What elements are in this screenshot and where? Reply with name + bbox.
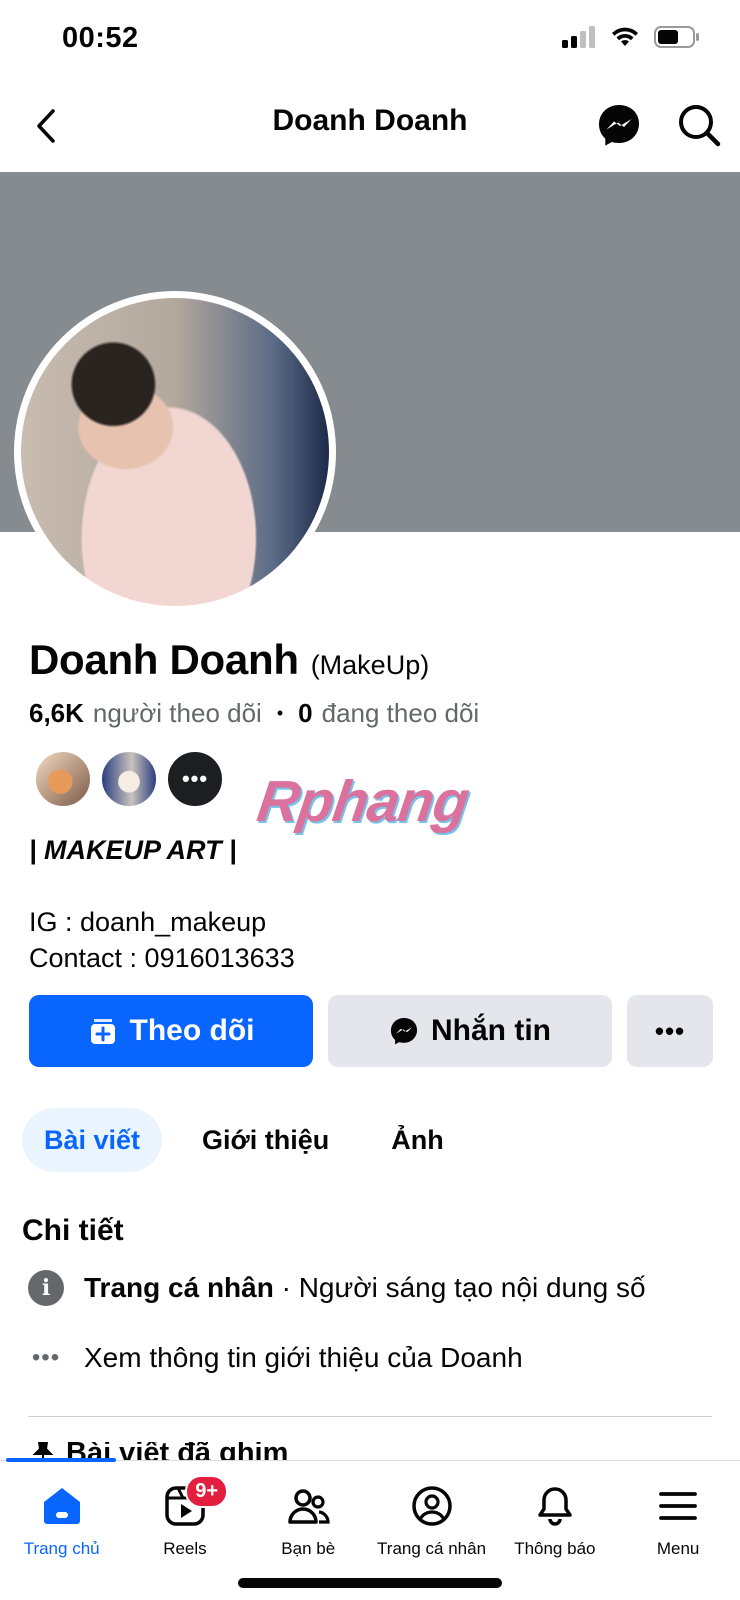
menu-icon — [655, 1483, 701, 1529]
tab-about[interactable]: Giới thiệu — [180, 1108, 351, 1172]
status-icons — [562, 26, 700, 48]
nav-label: Trang cá nhân — [377, 1539, 487, 1558]
status-time: 00:52 — [62, 22, 139, 54]
nav-label: Bạn bè — [281, 1539, 336, 1558]
friends-icon — [285, 1483, 331, 1529]
nav-notifications[interactable]: Thông báo — [493, 1483, 616, 1559]
nav-friends[interactable]: Bạn bè — [247, 1483, 370, 1559]
active-tab-indicator — [6, 1458, 116, 1462]
more-dots-icon: ••• — [31, 1344, 61, 1371]
profile-icon — [409, 1483, 455, 1529]
bio-line: IG : doanh_makeup — [29, 907, 267, 937]
search-icon — [679, 105, 721, 147]
status-bar: 00:52 — [0, 0, 740, 80]
home-icon — [39, 1483, 85, 1529]
nav-label: Trang chủ — [23, 1539, 100, 1558]
details-heading: Chi tiết — [22, 1214, 124, 1247]
see-about-link[interactable]: ••• Xem thông tin giới thiệu của Doanh — [28, 1342, 523, 1374]
follow-stats: 6,6K người theo dõi • 0 đang theo dõi — [29, 698, 479, 729]
detail-page-type: i Trang cá nhân · Người sáng tạo nội dun… — [28, 1270, 646, 1306]
section-divider — [28, 1416, 712, 1417]
bio-spacer — [29, 868, 295, 904]
profile-name-row: Doanh Doanh (MakeUp) — [29, 636, 429, 684]
avatar-image — [21, 298, 329, 606]
profile-name: Doanh Doanh — [29, 636, 299, 683]
nav-menu[interactable]: Menu — [616, 1483, 739, 1559]
watermark-logo: Rphang — [253, 769, 473, 834]
signal-icon — [562, 26, 595, 48]
search-button[interactable] — [676, 102, 722, 148]
more-options-button[interactable]: ••• — [627, 995, 713, 1067]
bell-icon — [532, 1483, 578, 1529]
message-label: Nhắn tin — [431, 1014, 551, 1047]
messenger-icon — [599, 105, 639, 146]
see-about-label: Xem thông tin giới thiệu của Doanh — [84, 1342, 523, 1373]
bio-line: | MAKEUP ART | — [29, 835, 237, 865]
profile-tabs: Bài viết Giới thiệu Ảnh — [22, 1108, 466, 1172]
detail-page-type-label: Trang cá nhân — [84, 1272, 274, 1303]
nav-label: Menu — [656, 1539, 700, 1558]
messenger-icon — [390, 1017, 418, 1045]
profile-actions: Theo dõi Nhắn tin ••• — [29, 995, 713, 1067]
message-button[interactable]: Nhắn tin — [328, 995, 612, 1067]
tab-posts[interactable]: Bài viết — [22, 1108, 163, 1172]
nav-label: Reels — [163, 1539, 207, 1558]
follow-icon — [90, 1019, 115, 1044]
bio-line: Contact : 0916013633 — [29, 943, 295, 973]
battery-icon — [654, 26, 699, 48]
nav-home[interactable]: Trang chủ — [0, 1483, 123, 1559]
nav-profile[interactable]: Trang cá nhân — [370, 1483, 493, 1559]
tab-photos[interactable]: Ảnh — [369, 1108, 465, 1172]
nav-label: Thông báo — [514, 1539, 596, 1558]
wifi-icon — [612, 27, 638, 46]
followers-count[interactable]: 6,6K — [29, 698, 84, 729]
more-followers-button[interactable]: ••• — [166, 750, 224, 808]
info-icon: i — [28, 1270, 64, 1306]
follower-avatar[interactable] — [34, 750, 92, 808]
followers-preview[interactable]: ••• — [34, 750, 224, 808]
follow-label: Theo dõi — [129, 1014, 255, 1047]
following-label[interactable]: đang theo dõi — [322, 698, 480, 729]
follow-button[interactable]: Theo dõi — [29, 995, 313, 1067]
following-count[interactable]: 0 — [298, 698, 312, 729]
home-indicator — [238, 1578, 502, 1588]
profile-header: Doanh Doanh — [0, 82, 740, 170]
followers-label[interactable]: người theo dõi — [93, 698, 262, 729]
reels-badge: 9+ — [185, 1475, 229, 1508]
follower-avatar[interactable] — [100, 750, 158, 808]
profile-avatar[interactable] — [14, 291, 336, 613]
nav-reels[interactable]: 9+ Reels — [123, 1475, 246, 1559]
detail-page-type-value: · Người sáng tạo nội dung số — [273, 1272, 646, 1303]
separator-dot: • — [276, 703, 284, 723]
messenger-button[interactable] — [596, 102, 642, 148]
profile-bio: | MAKEUP ART | IG : doanh_makeup Contact… — [29, 832, 295, 976]
profile-alt-name: (MakeUp) — [310, 650, 430, 680]
